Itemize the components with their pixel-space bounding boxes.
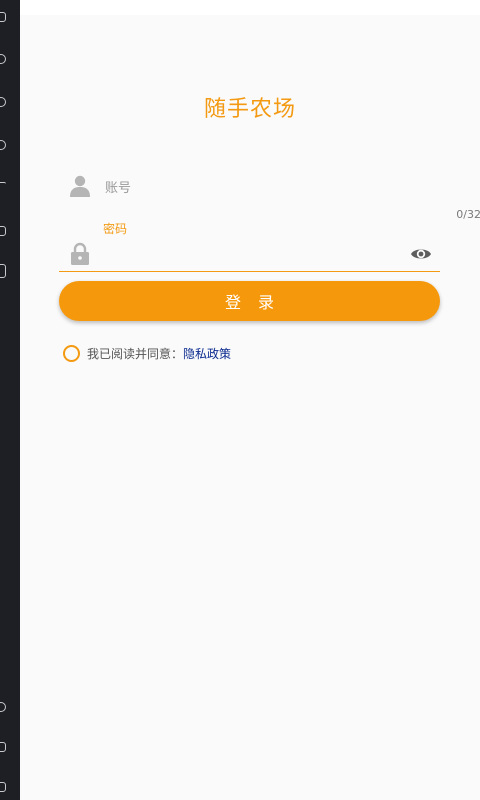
- privacy-policy-link[interactable]: 隐私政策: [183, 345, 231, 362]
- sidebar-icon[interactable]: [0, 742, 6, 752]
- lock-icon: [71, 242, 89, 265]
- password-counter: 0/32: [456, 208, 480, 221]
- eye-icon[interactable]: [410, 246, 432, 262]
- account-field[interactable]: [59, 175, 440, 215]
- app-title: 随手农场: [203, 97, 296, 122]
- user-icon: [70, 175, 90, 197]
- login-screen: 随手农场 0/32 密码 登 录 我已阅读并同意： 隐私政策: [20, 15, 480, 800]
- password-label: 密码: [103, 222, 128, 236]
- sidebar-icon[interactable]: [0, 226, 6, 236]
- status-bar: [20, 0, 480, 15]
- left-sidebar-strip: [0, 0, 20, 800]
- account-input[interactable]: [103, 178, 427, 198]
- sidebar-icon[interactable]: [0, 182, 6, 186]
- sidebar-icon[interactable]: [0, 97, 6, 107]
- login-button[interactable]: 登 录: [59, 281, 440, 321]
- sidebar-icon[interactable]: [0, 264, 6, 278]
- sidebar-icon[interactable]: [0, 140, 6, 150]
- password-field[interactable]: [59, 240, 440, 272]
- sidebar-icon[interactable]: [0, 782, 6, 792]
- agreement-text: 我已阅读并同意：: [87, 346, 184, 361]
- password-input[interactable]: [103, 244, 407, 266]
- sidebar-icon[interactable]: [0, 12, 6, 22]
- agreement-row: 我已阅读并同意： 隐私政策: [63, 344, 231, 362]
- sidebar-icon[interactable]: [0, 702, 6, 712]
- radio-unchecked-icon[interactable]: [63, 344, 80, 362]
- sidebar-icon[interactable]: [0, 54, 6, 64]
